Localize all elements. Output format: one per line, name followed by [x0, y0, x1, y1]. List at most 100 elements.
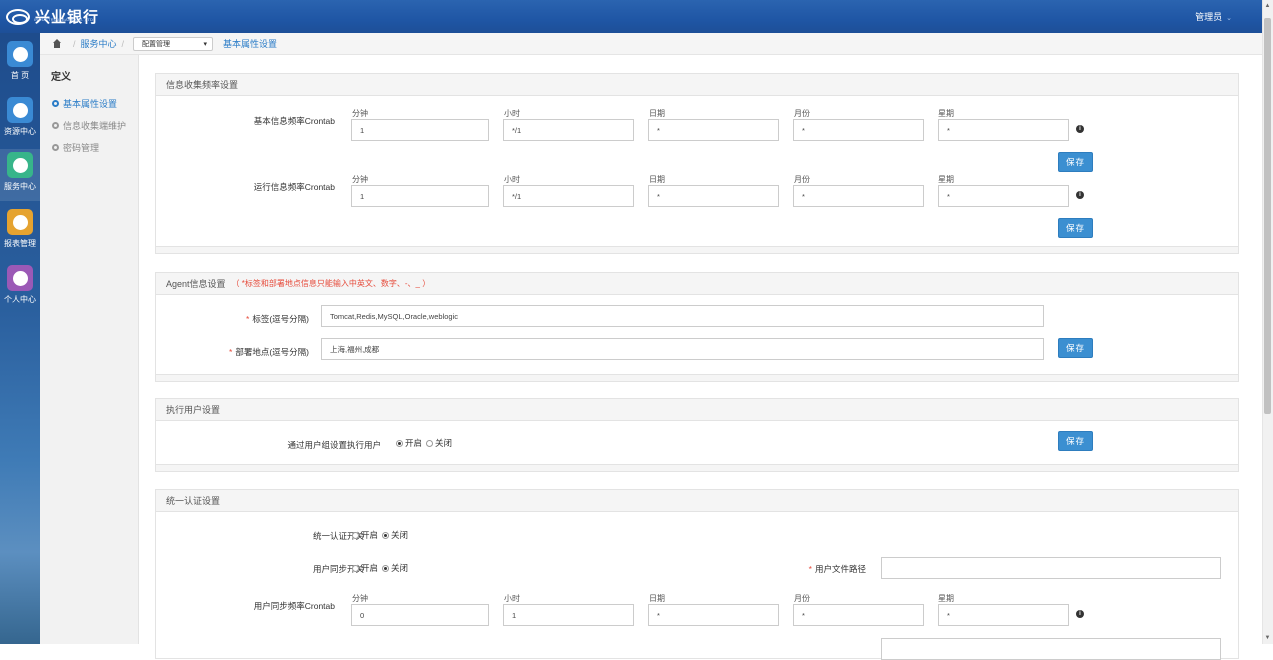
day-label: 日期 — [649, 175, 665, 184]
run-week-input[interactable]: * — [938, 185, 1069, 207]
tag-label-text: 标签(逗号分隔) — [252, 314, 309, 324]
save-button[interactable]: 保存 — [1058, 218, 1093, 238]
location-label-text: 部署地点(逗号分隔) — [235, 347, 309, 357]
save-button[interactable]: 保存 — [1058, 338, 1093, 358]
extra-input[interactable] — [881, 638, 1221, 660]
panel-title: 信息收集频率设置 — [156, 74, 1238, 96]
breadcrumb-service[interactable]: 服务中心 — [81, 37, 117, 50]
sync-day-input[interactable]: * — [648, 604, 779, 626]
radio-on[interactable] — [352, 564, 359, 572]
scroll-thumb[interactable] — [1264, 18, 1271, 414]
nav-label: 报表管理 — [4, 239, 36, 248]
nav-item-resource[interactable]: 资源中心 — [0, 95, 40, 147]
run-freq-label: 运行信息频率Crontab — [253, 182, 335, 192]
breadcrumb: / 服务中心 / 配置管理 ▾ 基本属性设置 — [40, 33, 1262, 55]
panel-header: Agent信息设置 （ *标签和部署地点信息只能输入中英文、数字、-、_ ） — [156, 273, 1238, 295]
basic-month-input[interactable]: * — [793, 119, 924, 141]
logo-subtitle: INDUSTRIAL BANK CO.,LTD — [34, 17, 94, 22]
radio-on[interactable] — [396, 439, 403, 447]
sidebar-item-label: 基本属性设置 — [63, 99, 118, 109]
minute-label: 分钟 — [352, 109, 368, 118]
sync-freq-label: 用户同步频率Crontab — [253, 601, 335, 611]
radio-off-label: 关闭 — [435, 438, 453, 448]
info-icon[interactable]: i — [1076, 610, 1084, 618]
minute-label: 分钟 — [352, 175, 368, 184]
radio-on[interactable] — [352, 531, 359, 539]
user-file-path-input[interactable] — [881, 557, 1221, 579]
sync-month-input[interactable]: * — [793, 604, 924, 626]
radio-on-label: 开启 — [361, 563, 379, 573]
gear-icon — [52, 122, 59, 129]
user-icon — [7, 265, 33, 291]
grid-icon — [7, 97, 33, 123]
save-button[interactable]: 保存 — [1058, 431, 1093, 451]
service-icon — [7, 152, 33, 178]
chevron-down-icon: ⌄ — [1226, 15, 1232, 22]
sub-sidebar: 定义 基本属性设置 信息收集端维护 密码管理 — [40, 33, 139, 644]
radio-off-label: 关闭 — [391, 530, 409, 540]
nav-label: 资源中心 — [4, 127, 36, 136]
panel-footer — [156, 374, 1238, 381]
run-hour-input[interactable]: */1 — [503, 185, 634, 207]
hour-label: 小时 — [504, 109, 520, 118]
nav-label: 首 页 — [10, 71, 30, 80]
panel-title: 执行用户设置 — [156, 399, 1238, 421]
scroll-down-icon[interactable]: ▼ — [1264, 634, 1271, 642]
home-icon — [7, 41, 33, 67]
sync-hour-input[interactable]: 1 — [503, 604, 634, 626]
info-icon[interactable]: i — [1076, 191, 1084, 199]
basic-minute-input[interactable]: 1 — [351, 119, 489, 141]
radio-off[interactable] — [426, 439, 434, 447]
config-select[interactable]: 配置管理 ▾ — [133, 36, 214, 51]
radio-off[interactable] — [382, 564, 390, 572]
exec-user-panel: 执行用户设置 通过用户组设置执行用户 开启 关闭 保存 — [155, 398, 1239, 472]
basic-day-input[interactable]: * — [648, 119, 779, 141]
freq-panel: 信息收集频率设置 基本信息频率Crontab 分钟 小时 日期 月份 星期 1 … — [155, 73, 1239, 254]
sidebar-item-basic-settings[interactable]: 基本属性设置 — [52, 97, 117, 110]
user-name: 管理员 — [1195, 12, 1223, 22]
user-menu[interactable]: 管理员 ⌄ — [1195, 10, 1232, 23]
tag-input[interactable]: Tomcat,Redis,MySQL,Oracle,weblogic — [321, 305, 1044, 327]
run-minute-input[interactable]: 1 — [351, 185, 489, 207]
basic-hour-input[interactable]: */1 — [503, 119, 634, 141]
sync-minute-input[interactable]: 0 — [351, 604, 489, 626]
run-day-input[interactable]: * — [648, 185, 779, 207]
month-label: 月份 — [794, 109, 810, 118]
radio-off[interactable] — [382, 531, 390, 539]
panel-footer — [156, 464, 1238, 471]
agent-panel: Agent信息设置 （ *标签和部署地点信息只能输入中英文、数字、-、_ ） *… — [155, 272, 1239, 382]
sidebar-item-collector[interactable]: 信息收集端维护 — [52, 119, 126, 132]
select-value: 配置管理 — [142, 40, 171, 48]
nav-item-service[interactable]: 服务中心 — [0, 149, 40, 201]
breadcrumb-current[interactable]: 基本属性设置 — [223, 37, 277, 50]
day-label: 日期 — [649, 109, 665, 118]
save-button[interactable]: 保存 — [1058, 152, 1093, 172]
run-month-input[interactable]: * — [793, 185, 924, 207]
tag-label: * 标签(逗号分隔) — [246, 314, 309, 324]
location-input[interactable]: 上海,福州,成都 — [321, 338, 1044, 360]
radio-on-label: 开启 — [405, 438, 423, 448]
scroll-up-icon[interactable]: ▲ — [1264, 2, 1271, 10]
radio-off-label: 关闭 — [391, 563, 409, 573]
info-icon[interactable]: i — [1076, 125, 1084, 133]
home-icon[interactable] — [52, 39, 62, 48]
top-header: 兴业银行 INDUSTRIAL BANK CO.,LTD 管理员 ⌄ — [0, 0, 1262, 33]
sidebar-title: 定义 — [51, 72, 71, 83]
exec-user-radio-group: 开启 关闭 — [396, 437, 456, 449]
hour-label: 小时 — [504, 175, 520, 184]
nav-item-home[interactable]: 首 页 — [0, 39, 40, 91]
basic-week-input[interactable]: * — [938, 119, 1069, 141]
path-label-text: 用户文件路径 — [814, 564, 866, 574]
week-label: 星期 — [938, 109, 954, 118]
sidebar-item-password[interactable]: 密码管理 — [52, 141, 99, 154]
auth-switch-radio-group: 开启 关闭 — [352, 529, 412, 541]
panel-title: 统一认证设置 — [156, 490, 1238, 512]
path-label: * 用户文件路径 — [808, 564, 866, 574]
sync-week-input[interactable]: * — [938, 604, 1069, 626]
nav-item-report[interactable]: 报表管理 — [0, 207, 40, 259]
breadcrumb-separator: / — [121, 38, 125, 49]
month-label: 月份 — [794, 175, 810, 184]
warning-text: （ *标签和部署地点信息只能输入中英文、数字、-、_ ） — [231, 279, 431, 288]
nav-item-profile[interactable]: 个人中心 — [0, 263, 40, 315]
radio-on-label: 开启 — [361, 530, 379, 540]
